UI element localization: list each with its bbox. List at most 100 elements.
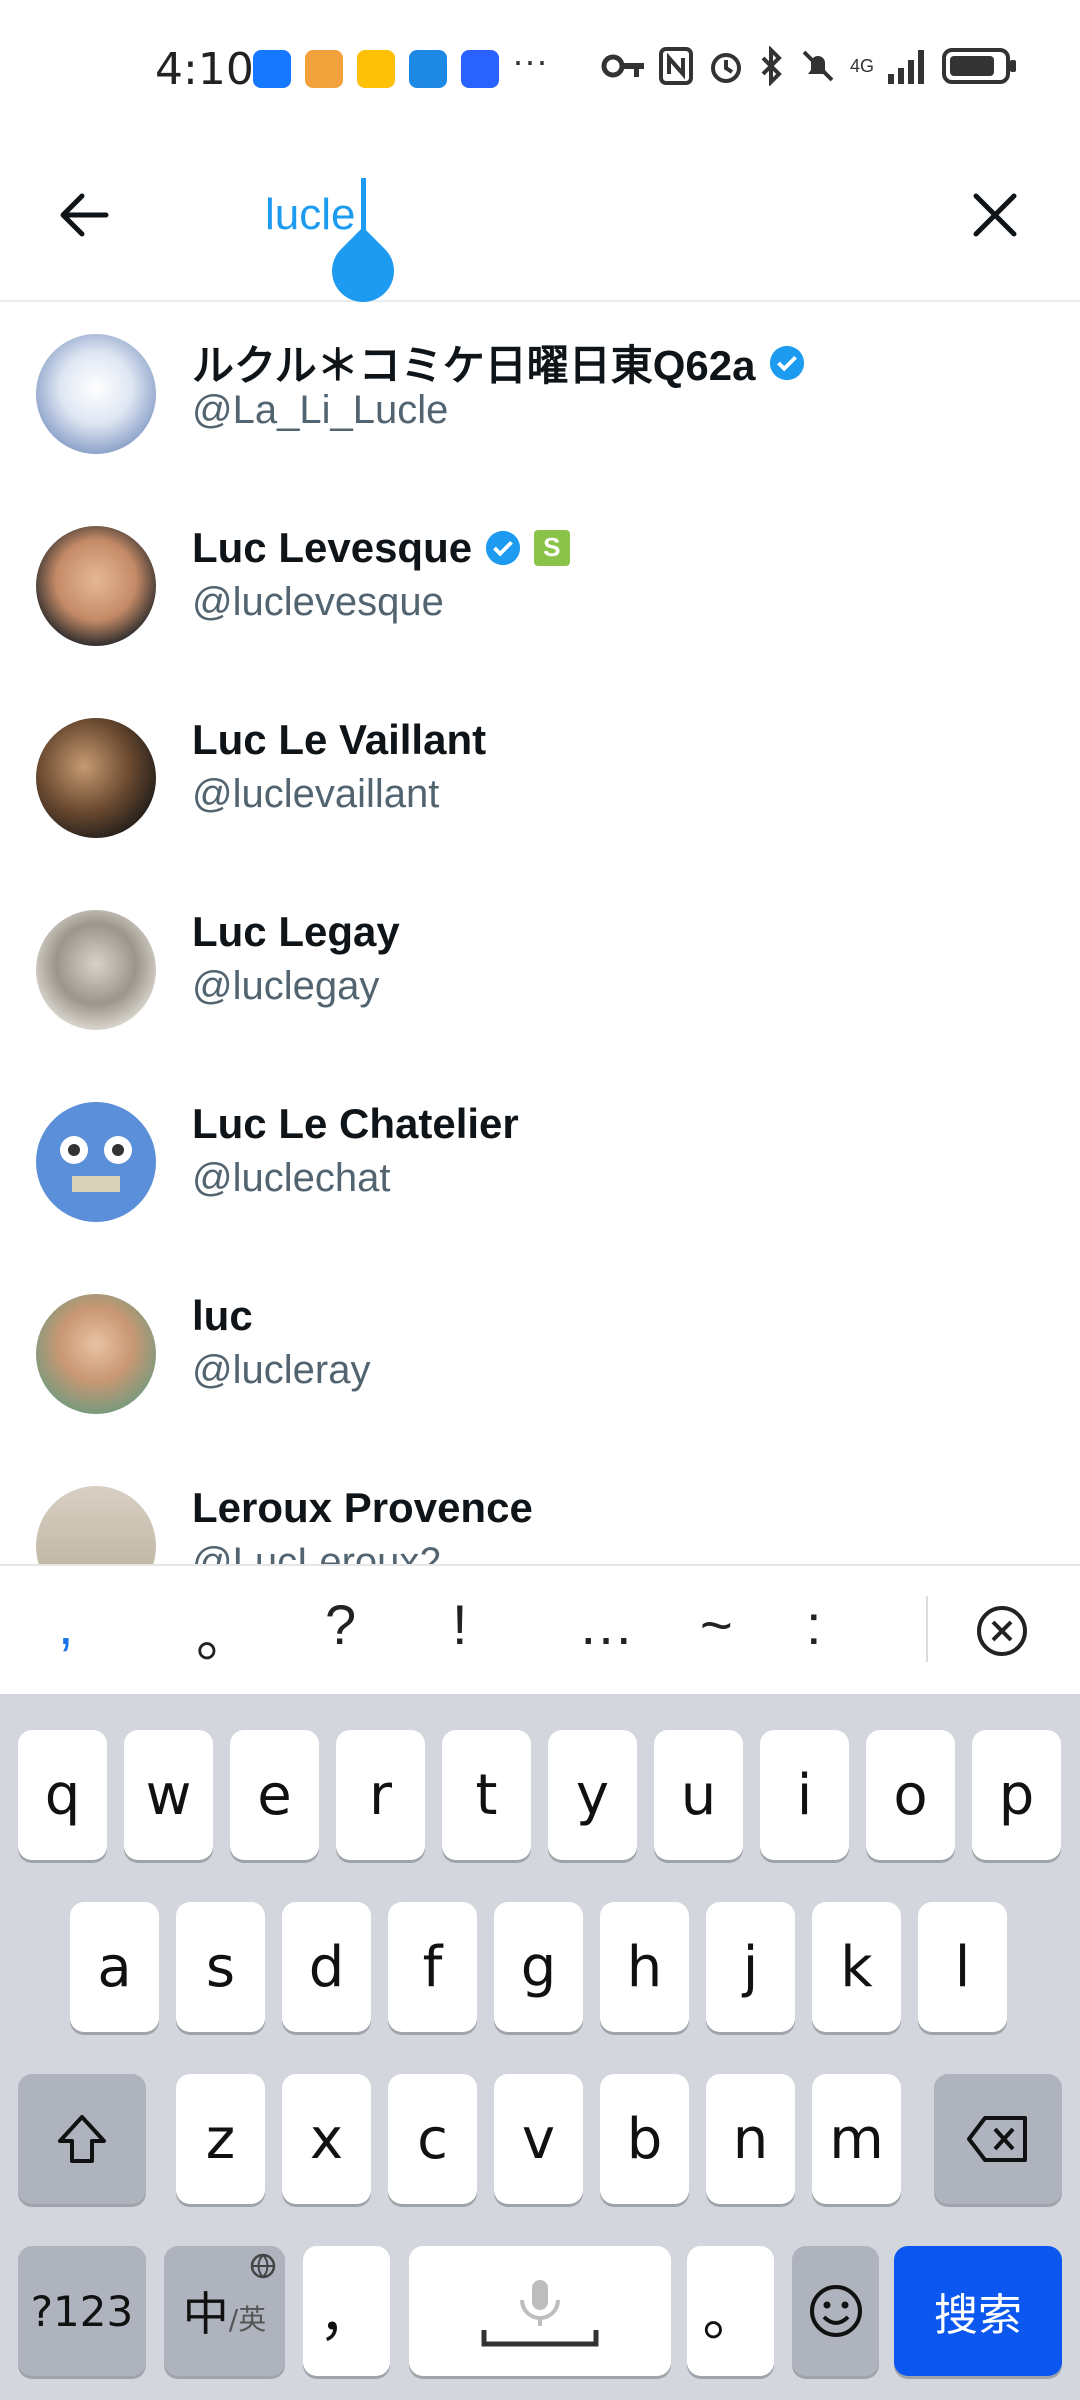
alipay-notification-icon: [253, 50, 291, 88]
key-f[interactable]: f: [388, 1902, 477, 2032]
avatar: [36, 1102, 156, 1222]
key-w[interactable]: w: [124, 1730, 213, 1860]
key-a[interactable]: a: [70, 1902, 159, 2032]
shift-key[interactable]: [18, 2074, 146, 2204]
bag-notification-icon: [409, 50, 447, 88]
search-header: lucle: [0, 140, 1080, 315]
signal-icon: [888, 50, 925, 84]
result-row[interactable]: ルクル＊コミケ日曜日東Q62a @La_Li_Lucle: [0, 302, 1080, 494]
suggest-exclaim[interactable]: !: [452, 1592, 468, 1657]
key-v[interactable]: v: [494, 2074, 583, 2204]
nfc-icon: [659, 47, 693, 85]
status-bar: 4:10 ··· 4G: [0, 0, 1080, 140]
result-row[interactable]: luc @lucleray: [0, 1262, 1080, 1454]
result-row[interactable]: Luc Le Vaillant @luclevaillant: [0, 686, 1080, 878]
more-notifications-icon: ···: [512, 40, 548, 81]
key-d[interactable]: d: [282, 1902, 371, 2032]
key-s[interactable]: s: [176, 1902, 265, 2032]
key-h[interactable]: h: [600, 1902, 689, 2032]
close-suggestions-icon[interactable]: [975, 1604, 1029, 1658]
mute-icon: [802, 50, 834, 82]
emoji-key[interactable]: [792, 2246, 879, 2376]
key-q[interactable]: q: [18, 1730, 107, 1860]
alarm-icon: [711, 53, 741, 83]
result-name: ルクル＊コミケ日曜日東Q62a: [192, 342, 756, 389]
result-row[interactable]: Luc Legay @luclegay: [0, 878, 1080, 1070]
lang-sub-label: /英: [228, 2303, 267, 2336]
result-row[interactable]: Luc Levesque @luclevesque: [0, 494, 1080, 686]
key-l[interactable]: l: [918, 1902, 1007, 2032]
avatar: [36, 334, 156, 454]
backspace-key[interactable]: [934, 2074, 1062, 2204]
globe-icon: [250, 2253, 276, 2279]
search-input[interactable]: lucle: [265, 190, 356, 240]
space-key[interactable]: [409, 2246, 671, 2376]
app-notification-icon: [305, 50, 343, 88]
symbol-suggestion-bar: , 。 ? ! … ~ :: [0, 1564, 1080, 1696]
suggest-colon[interactable]: :: [806, 1592, 822, 1657]
key-u[interactable]: u: [654, 1730, 743, 1860]
numbers-key[interactable]: ?123: [18, 2246, 146, 2376]
result-handle: @lucleray: [192, 1348, 371, 1392]
lang-main-label: 中: [182, 2287, 229, 2341]
comma-key[interactable]: ，: [303, 2246, 390, 2376]
suggest-period[interactable]: 。: [196, 1592, 252, 1673]
result-handle: @La_Li_Lucle: [192, 388, 449, 432]
avatar: [36, 718, 156, 838]
result-row[interactable]: Luc Le Chatelier @luclechat: [0, 1070, 1080, 1262]
result-name: Luc Levesque: [192, 524, 473, 571]
result-handle: @LucLeroux2: [192, 1540, 442, 1564]
key-r[interactable]: r: [336, 1730, 425, 1860]
result-handle: @luclevesque: [192, 580, 444, 624]
period-key[interactable]: 。: [687, 2246, 774, 2376]
key-g[interactable]: g: [494, 1902, 583, 2032]
avatar: [36, 1486, 156, 1564]
suggest-tilde[interactable]: ~: [700, 1592, 733, 1657]
language-switch-key[interactable]: 中 /英: [164, 2246, 285, 2376]
battery-icon: [942, 48, 1017, 84]
key-p[interactable]: p: [972, 1730, 1061, 1860]
key-x[interactable]: x: [282, 2074, 371, 2204]
key-k[interactable]: k: [812, 1902, 901, 2032]
key-b[interactable]: b: [600, 2074, 689, 2204]
verified-badge-icon: [769, 345, 804, 380]
soft-keyboard: q w e r t y u i o p a s d f g h j k l z …: [0, 1694, 1080, 2400]
verified-badge-icon: [486, 530, 521, 566]
microphone-icon: [481, 2280, 599, 2347]
hand-notification-icon: [461, 50, 499, 88]
suggest-question[interactable]: ?: [325, 1592, 356, 1657]
avatar: [36, 910, 156, 1030]
robot-face-icon: [60, 1136, 132, 1192]
clear-search-icon[interactable]: [960, 180, 1030, 250]
key-z[interactable]: z: [176, 2074, 265, 2204]
avatar: [36, 1294, 156, 1414]
shift-icon: [58, 2115, 106, 2163]
suggest-ellipsis[interactable]: …: [578, 1592, 634, 1657]
result-row[interactable]: Leroux Provence @LucLeroux2: [0, 1454, 1080, 1564]
result-name: Leroux Provence: [192, 1484, 533, 1531]
result-handle: @luclegay: [192, 964, 380, 1008]
bluetooth-icon: [761, 46, 782, 86]
key-m[interactable]: m: [812, 2074, 901, 2204]
key-e[interactable]: e: [230, 1730, 319, 1860]
result-name: luc: [192, 1292, 253, 1339]
mail-notification-icon: [357, 50, 395, 88]
shop-badge-icon: [534, 530, 571, 566]
key-n[interactable]: n: [706, 2074, 795, 2204]
key-i[interactable]: i: [760, 1730, 849, 1860]
key-o[interactable]: o: [866, 1730, 955, 1860]
emoji-icon: [809, 2285, 862, 2337]
backspace-icon: [967, 2116, 1027, 2162]
key-t[interactable]: t: [442, 1730, 531, 1860]
status-time: 4:10: [155, 44, 254, 95]
back-arrow-icon[interactable]: [50, 180, 120, 250]
divider: [926, 1596, 928, 1662]
key-j[interactable]: j: [706, 1902, 795, 2032]
system-icons: 4G: [600, 46, 1018, 86]
suggest-comma[interactable]: ,: [58, 1592, 74, 1657]
result-name: Luc Le Chatelier: [192, 1100, 519, 1147]
search-key[interactable]: 搜索: [894, 2246, 1062, 2376]
key-y[interactable]: y: [548, 1730, 637, 1860]
key-c[interactable]: c: [388, 2074, 477, 2204]
result-name: Luc Le Vaillant: [192, 716, 487, 763]
